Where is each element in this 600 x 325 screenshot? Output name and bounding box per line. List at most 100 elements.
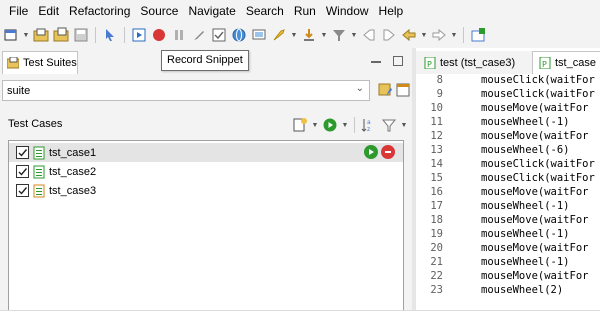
tab-test-suites[interactable]: Test Suites — [2, 51, 78, 74]
test-case-icon — [33, 146, 45, 159]
record-icon-frame[interactable] — [130, 26, 148, 44]
chevron-down-icon[interactable]: ▼ — [350, 26, 358, 44]
line-number: 23 — [430, 284, 443, 296]
list-item[interactable]: tst_case3 — [9, 181, 403, 200]
pause-icon[interactable] — [170, 26, 188, 44]
code-text: mouseWheel(-1) — [481, 200, 570, 212]
checkbox[interactable] — [16, 184, 29, 197]
test-suites-icon — [7, 57, 19, 69]
filter-icon — [381, 119, 397, 132]
code-line: 8 mouseClick(waitFor — [416, 74, 595, 86]
next-annotation-icon[interactable] — [380, 26, 398, 44]
code-text: mouseWheel(2) — [481, 284, 564, 296]
code-line: 11 mouseWheel(-1) — [416, 116, 569, 128]
code-line: 16 mouseMove(waitFor — [416, 186, 588, 198]
line-number: 17 — [430, 200, 443, 212]
save-icon[interactable] — [72, 26, 90, 44]
code-line: 21 mouseWheel(-1) — [416, 256, 569, 268]
menu-help[interactable]: Help — [374, 0, 409, 22]
main-toolbar: ▼ ▼ ▼ ▼ ▼ ▼ — [0, 22, 600, 48]
list-item[interactable]: tst_case1 — [9, 143, 403, 162]
chevron-down-icon[interactable]: ▼ — [450, 26, 458, 44]
python-file-icon: P — [539, 57, 551, 69]
globe-icon[interactable] — [230, 26, 248, 44]
record-test-case-button[interactable] — [381, 145, 395, 159]
code-line: 23 mouseWheel(2) — [416, 284, 563, 296]
menu-edit[interactable]: Edit — [33, 0, 64, 22]
suite-calendar-button[interactable] — [394, 81, 412, 99]
chevron-down-icon[interactable]: ▼ — [400, 116, 408, 134]
menu-refactoring[interactable]: Refactoring — [64, 0, 135, 22]
code-text: mouseMove(waitFor — [481, 186, 589, 198]
code-text: mouseClick(waitFor — [481, 74, 595, 86]
code-line: 12 mouseMove(waitFor — [416, 130, 588, 142]
sort-button[interactable]: az — [360, 116, 378, 134]
new-test-case-icon[interactable] — [52, 26, 70, 44]
tab-tst-case[interactable]: P tst_case — [532, 51, 600, 74]
test-case-name: tst_case1 — [49, 146, 97, 159]
new-test-suite-icon[interactable] — [32, 26, 50, 44]
run-test-case-button[interactable] — [364, 145, 378, 159]
code-line: 10 mouseMove(waitFor — [416, 102, 588, 114]
code-text: mouseMove(waitFor — [481, 130, 589, 142]
chevron-down-icon[interactable]: ▼ — [290, 26, 298, 44]
svg-text:z: z — [367, 126, 370, 133]
test-case-icon — [33, 165, 45, 178]
row-actions — [364, 145, 395, 159]
chevron-down-icon[interactable]: ▼ — [311, 116, 319, 134]
menu-run[interactable]: Run — [289, 0, 321, 22]
checkbox[interactable] — [16, 146, 29, 159]
tab-test-tst-case3[interactable]: P test (tst_case3) — [418, 51, 532, 74]
test-case-list: tst_case1 tst_case2 tst_case3 — [8, 140, 404, 310]
forward-arrow-icon[interactable] — [430, 26, 448, 44]
line-number: 12 — [430, 130, 443, 142]
checkpoint-icon[interactable] — [210, 26, 228, 44]
line-number: 14 — [430, 158, 443, 170]
chevron-down-icon[interactable]: ▼ — [22, 26, 30, 44]
minimize-icon[interactable] — [370, 55, 382, 67]
check-icon — [18, 168, 28, 176]
list-item[interactable]: tst_case2 — [9, 162, 403, 181]
menu-source[interactable]: Source — [135, 0, 183, 22]
suite-select-value: suite — [7, 84, 31, 97]
code-line: 18 mouseMove(waitFor — [416, 214, 588, 226]
new-icon[interactable] — [2, 26, 20, 44]
code-line: 15 mouseClick(waitFor — [416, 172, 594, 184]
new-test-case-button[interactable] — [291, 116, 309, 134]
line-number: 10 — [430, 102, 443, 114]
line-number: 21 — [430, 256, 443, 268]
editor-area: P test (tst_case3) P tst_case 8 mouseClic… — [416, 48, 600, 310]
menu-window[interactable]: Window — [321, 0, 374, 22]
filter-button[interactable] — [380, 116, 398, 134]
pick-object-icon[interactable] — [101, 26, 119, 44]
code-text: mouseMove(waitFor — [481, 242, 589, 254]
suite-settings-button[interactable] — [377, 81, 395, 99]
svg-text:a: a — [367, 119, 371, 126]
code-line: 13 mouseWheel(-6) — [416, 144, 569, 156]
menu-navigate[interactable]: Navigate — [183, 0, 240, 22]
suite-select[interactable]: suite ⌄ — [2, 80, 370, 101]
pencil-icon[interactable] — [190, 26, 208, 44]
test-cases-label: Test Cases — [8, 118, 63, 130]
editor-tab-bar: P test (tst_case3) P tst_case — [416, 51, 600, 74]
menu-search[interactable]: Search — [241, 0, 289, 22]
download-icon[interactable] — [300, 26, 318, 44]
chevron-down-icon[interactable]: ▼ — [320, 26, 328, 44]
search-icon[interactable] — [330, 26, 348, 44]
prev-annotation-icon[interactable] — [360, 26, 378, 44]
maximize-icon[interactable] — [392, 55, 404, 67]
chevron-down-icon[interactable]: ▼ — [341, 116, 349, 134]
back-arrow-icon[interactable] — [400, 26, 418, 44]
rocket-icon[interactable] — [270, 26, 288, 44]
view-controls — [370, 55, 404, 67]
open-perspective-icon[interactable] — [469, 26, 487, 44]
line-number: 11 — [430, 116, 443, 128]
chevron-down-icon[interactable]: ▼ — [420, 26, 428, 44]
code-editor[interactable]: 8 mouseClick(waitFor 9 mouseClick(waitFor … — [416, 74, 600, 310]
record-snippet-button[interactable] — [150, 26, 168, 44]
checkbox[interactable] — [16, 165, 29, 178]
screenshot-icon[interactable] — [250, 26, 268, 44]
run-all-button[interactable] — [321, 116, 339, 134]
menu-file[interactable]: File — [4, 0, 33, 22]
play-icon — [323, 118, 337, 132]
